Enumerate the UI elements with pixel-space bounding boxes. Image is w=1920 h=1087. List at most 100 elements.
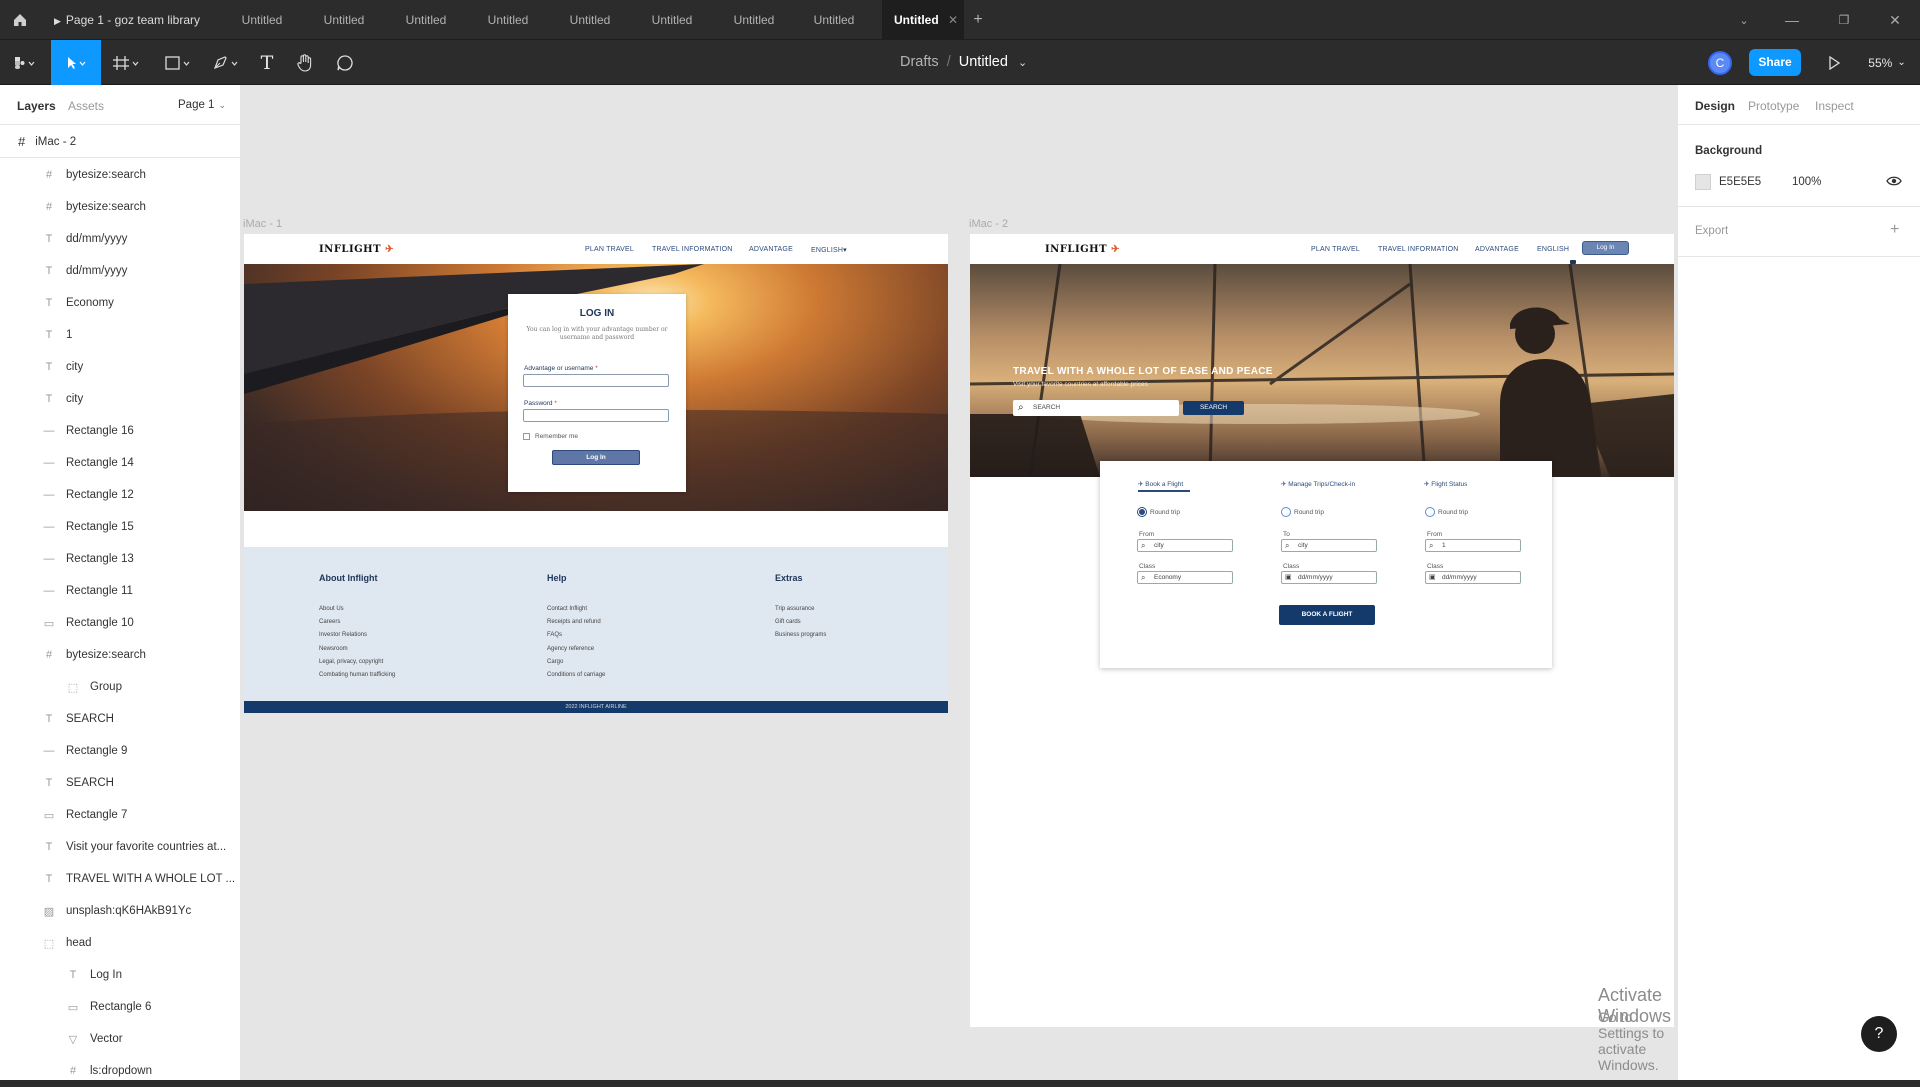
tab-untitled[interactable]: Untitled xyxy=(638,0,706,40)
layer-row[interactable]: T Visit your favorite countries at... xyxy=(0,831,240,863)
nav-english[interactable]: ENGLISH xyxy=(1537,246,1569,253)
help-button[interactable]: ? xyxy=(1861,1016,1897,1052)
layer-row[interactable]: ▭ Rectangle 10 xyxy=(0,607,240,639)
background-opacity-input[interactable]: 100% xyxy=(1792,176,1821,188)
present-icon[interactable] xyxy=(1820,40,1848,85)
frame-layer-imac-2[interactable]: # iMac - 2 xyxy=(0,126,240,158)
footer-link[interactable]: Contact Inflight xyxy=(547,606,587,612)
layer-row[interactable]: # bytesize:search xyxy=(0,159,240,191)
nav-advantage[interactable]: ADVANTAGE xyxy=(749,246,793,253)
footer-link[interactable]: Trip assurance xyxy=(775,606,814,612)
layer-row[interactable]: — Rectangle 14 xyxy=(0,447,240,479)
hand-tool-icon[interactable] xyxy=(290,40,320,85)
background-hex-input[interactable]: E5E5E5 xyxy=(1719,176,1761,188)
layer-row[interactable]: ⬚ Group xyxy=(0,671,240,703)
tab-untitled[interactable]: Untitled xyxy=(310,0,378,40)
hero-search-button[interactable]: SEARCH xyxy=(1183,401,1244,415)
layer-row[interactable]: Tcity xyxy=(0,383,240,415)
tab-prototype[interactable]: Prototype xyxy=(1748,99,1799,113)
tab-untitled[interactable]: Untitled xyxy=(556,0,624,40)
layer-row[interactable]: # ls:dropdown xyxy=(0,1055,240,1087)
footer-link[interactable]: Careers xyxy=(319,619,340,625)
layer-row[interactable]: Tdd/mm/yyyy xyxy=(0,223,240,255)
footer-link[interactable]: Conditions of carriage xyxy=(547,672,605,678)
layer-row[interactable]: # bytesize:search xyxy=(0,191,240,223)
nav-travel-information[interactable]: TRAVEL INFORMATION xyxy=(652,246,732,253)
footer-link[interactable]: Cargo xyxy=(547,659,563,665)
nav-english[interactable]: ENGLISH▾ xyxy=(811,246,847,254)
date-input[interactable]: ▣ dd/mm/yyyy xyxy=(1281,571,1377,584)
tab-design[interactable]: Design xyxy=(1695,99,1735,113)
tab-inspect[interactable]: Inspect xyxy=(1815,99,1854,113)
layer-row[interactable]: T TRAVEL WITH A WHOLE LOT ... xyxy=(0,863,240,895)
text-tool-icon[interactable]: T xyxy=(252,40,282,85)
breadcrumb-drafts[interactable]: Drafts xyxy=(900,54,939,70)
layer-row[interactable]: T SEARCH xyxy=(0,703,240,735)
file-name[interactable]: Untitled xyxy=(959,54,1008,70)
close-tab-icon[interactable]: ✕ xyxy=(948,13,958,27)
nav-advantage[interactable]: ADVANTAGE xyxy=(1475,246,1519,253)
tab-untitled[interactable]: Untitled xyxy=(228,0,296,40)
restore-icon[interactable]: ❐ xyxy=(1830,0,1858,40)
footer-link[interactable]: Combating human trafficking xyxy=(319,672,395,678)
frame-label-imac-2[interactable]: iMac - 2 xyxy=(969,218,1008,230)
date-input[interactable]: ▣ dd/mm/yyyy xyxy=(1425,571,1521,584)
nav-plan-travel[interactable]: PLAN TRAVEL xyxy=(1311,246,1360,253)
layer-row[interactable]: ⬚ head xyxy=(0,927,240,959)
footer-link[interactable]: Business programs xyxy=(775,632,826,638)
frame-imac-1[interactable]: INFLIGHT ✈ PLAN TRAVEL TRAVEL INFORMATION… xyxy=(244,234,948,713)
tab-untitled[interactable]: Untitled xyxy=(720,0,788,40)
add-tab-button[interactable]: + xyxy=(968,0,988,40)
visibility-eye-icon[interactable] xyxy=(1886,174,1902,193)
passengers-input[interactable]: ⌕ 1 xyxy=(1425,539,1521,552)
nav-travel-information[interactable]: TRAVEL INFORMATION xyxy=(1378,246,1458,253)
canvas[interactable]: iMac - 1 iMac - 2 INFLIGHT ✈ PLAN TRAVEL … xyxy=(241,85,1677,1080)
layer-row[interactable]: — Rectangle 16 xyxy=(0,415,240,447)
share-button[interactable]: Share xyxy=(1749,49,1801,76)
add-export-button[interactable]: + xyxy=(1890,221,1899,239)
hero-search-input[interactable]: ⌕ SEARCH xyxy=(1013,400,1179,416)
from-input[interactable]: ⌕ city xyxy=(1137,539,1233,552)
tab-book-a-flight[interactable]: ✈ Book a Flight xyxy=(1138,480,1183,488)
comment-tool-icon[interactable] xyxy=(330,40,360,85)
round-trip-radio[interactable] xyxy=(1137,507,1147,517)
layer-row[interactable]: ▽ Vector xyxy=(0,1023,240,1055)
chevron-down-icon[interactable]: ⌄ xyxy=(1018,57,1027,69)
minimize-icon[interactable]: — xyxy=(1778,0,1806,40)
tab-flight-status[interactable]: ✈ Flight Status xyxy=(1424,480,1467,488)
login-button[interactable]: Log In xyxy=(552,450,640,465)
to-input[interactable]: ⌕ city xyxy=(1281,539,1377,552)
class-input[interactable]: ⌕ Economy xyxy=(1137,571,1233,584)
window-close-icon[interactable]: ✕ xyxy=(1880,0,1910,40)
tab-untitled[interactable]: Untitled xyxy=(474,0,542,40)
layer-row[interactable]: # bytesize:search xyxy=(0,639,240,671)
layer-row[interactable]: T SEARCH xyxy=(0,767,240,799)
tab-assets[interactable]: Assets xyxy=(68,99,104,113)
frame-tool-icon[interactable] xyxy=(106,40,146,85)
layer-row[interactable]: T Economy xyxy=(0,287,240,319)
layer-row[interactable]: — Rectangle 12 xyxy=(0,479,240,511)
frame-label-imac-1[interactable]: iMac - 1 xyxy=(243,218,282,230)
tab-untitled-active[interactable]: Untitled ✕ xyxy=(882,0,964,40)
nav-plan-travel[interactable]: PLAN TRAVEL xyxy=(585,246,634,253)
footer-link[interactable]: Agency reference xyxy=(547,646,594,652)
remember-checkbox[interactable] xyxy=(523,433,530,440)
footer-link[interactable]: Legal, privacy, copyright xyxy=(319,659,383,665)
zoom-control[interactable]: 55% ⌄ xyxy=(1862,40,1912,85)
layer-row[interactable]: ▭ Rectangle 6 xyxy=(0,991,240,1023)
avatar[interactable]: C xyxy=(1708,51,1732,75)
rectangle-tool-icon[interactable] xyxy=(158,40,198,85)
main-menu-icon[interactable] xyxy=(0,40,50,85)
footer-link[interactable]: Gift cards xyxy=(775,619,801,625)
page-selector[interactable]: Page 1 ⌄ xyxy=(178,99,226,111)
layer-row[interactable]: — Rectangle 15 xyxy=(0,511,240,543)
tab-library[interactable]: ▶ Page 1 - goz team library xyxy=(44,0,224,40)
round-trip-radio[interactable] xyxy=(1281,507,1291,517)
layer-row[interactable]: ▭ Rectangle 7 xyxy=(0,799,240,831)
layer-row[interactable]: — Rectangle 9 xyxy=(0,735,240,767)
book-flight-button[interactable]: BOOK A FLIGHT xyxy=(1279,605,1375,625)
header-login-button[interactable]: Log In xyxy=(1582,241,1629,255)
footer-link[interactable]: FAQs xyxy=(547,632,562,638)
password-input[interactable] xyxy=(523,409,669,422)
layer-row[interactable]: ▨ unsplash:qK6HAkB91Yc xyxy=(0,895,240,927)
